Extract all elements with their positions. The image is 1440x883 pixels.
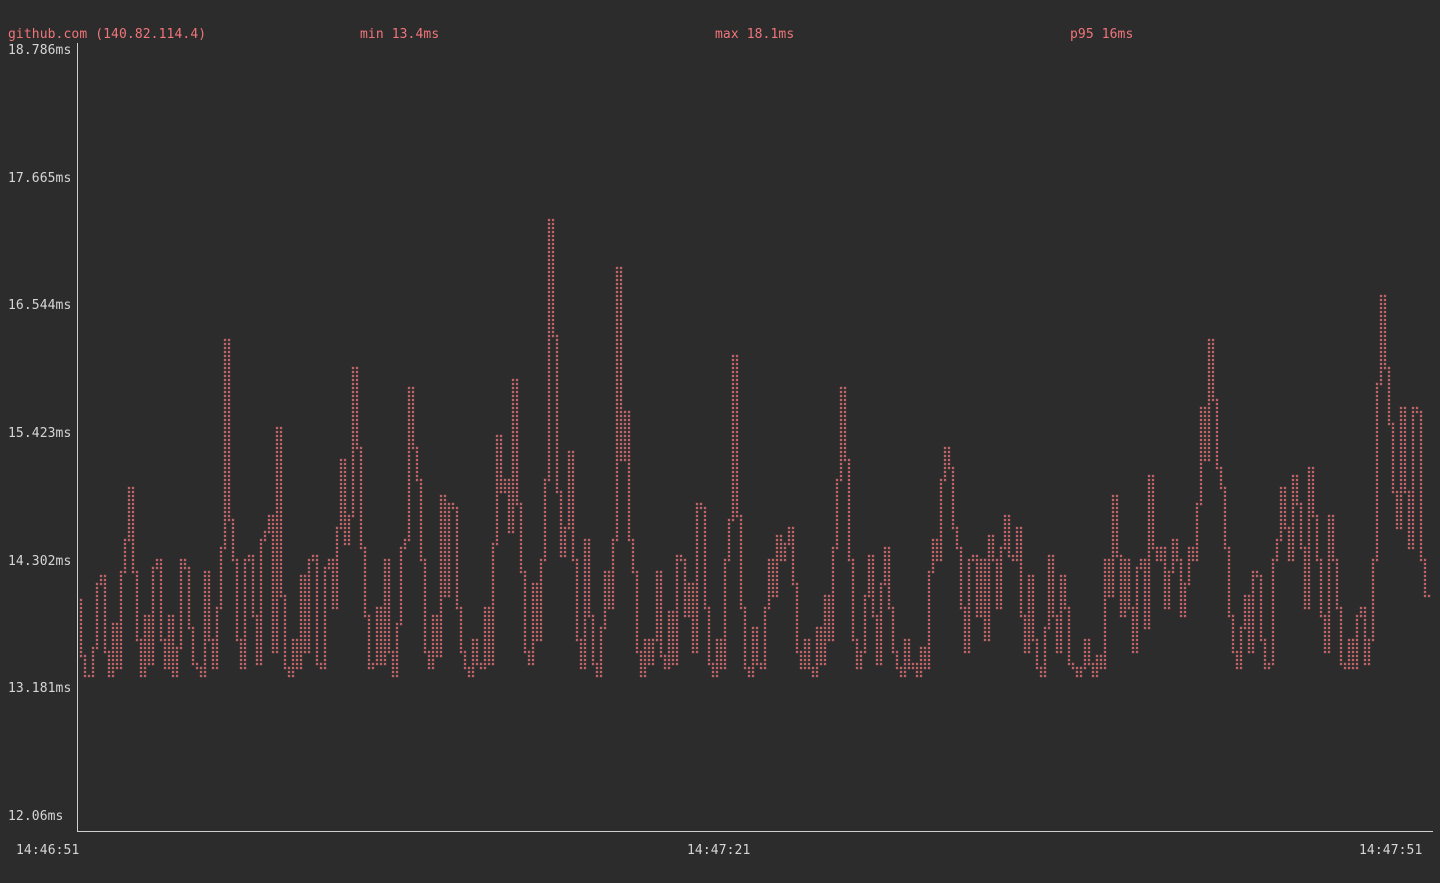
y-axis-label: 14.302ms <box>8 553 71 570</box>
y-axis-line <box>77 43 78 831</box>
x-axis-label-middle: 14:47:21 <box>687 842 750 859</box>
x-axis-line <box>77 831 1433 832</box>
host-label: github.com (140.82.114.4) <box>8 26 206 43</box>
y-axis-label: 16.544ms <box>8 297 71 314</box>
y-axis-label: 12.06ms <box>8 808 64 825</box>
x-axis-label-start: 14:46:51 <box>16 842 79 859</box>
y-axis-label: 17.665ms <box>8 170 71 187</box>
y-axis-label: 15.423ms <box>8 425 71 442</box>
stat-min: min 13.4ms <box>360 26 439 43</box>
y-axis-label: 18.786ms <box>8 42 71 59</box>
terminal-screen: github.com (140.82.114.4) min 13.4ms max… <box>0 0 1440 883</box>
stat-max: max 18.1ms <box>715 26 794 43</box>
y-axis-label: 13.181ms <box>8 680 71 697</box>
x-axis-label-end: 14:47:51 <box>1359 842 1422 859</box>
ping-latency-graph <box>0 0 1440 883</box>
stat-p95: p95 16ms <box>1070 26 1133 43</box>
